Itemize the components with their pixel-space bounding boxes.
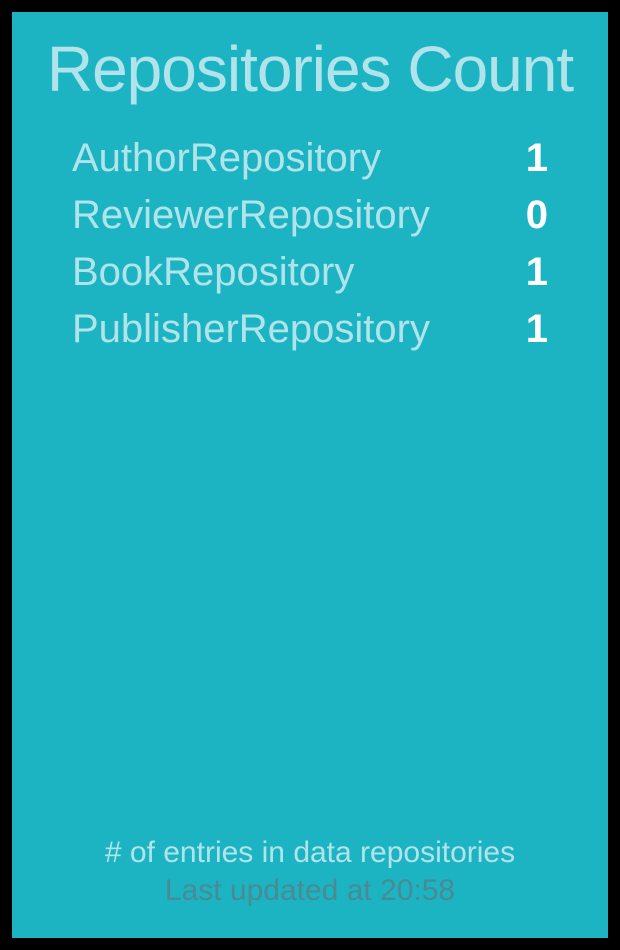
list-item: AuthorRepository 1 <box>72 136 548 181</box>
card-subtitle: # of entries in data repositories <box>42 836 578 870</box>
repository-label: PublisherRepository <box>72 307 430 352</box>
list-item: BookRepository 1 <box>72 250 548 295</box>
list-item: PublisherRepository 1 <box>72 307 548 352</box>
repository-label: ReviewerRepository <box>72 193 430 238</box>
card-footer: # of entries in data repositories Last u… <box>42 836 578 908</box>
last-updated: Last updated at 20:58 <box>42 874 578 908</box>
list-item: ReviewerRepository 0 <box>72 193 548 238</box>
repository-count: 0 <box>526 193 548 238</box>
repositories-count-card: Repositories Count AuthorRepository 1 Re… <box>12 12 608 938</box>
repository-label: AuthorRepository <box>72 136 381 181</box>
repository-count: 1 <box>526 307 548 352</box>
repository-label: BookRepository <box>72 250 354 295</box>
repository-count: 1 <box>526 136 548 181</box>
repository-count: 1 <box>526 250 548 295</box>
repository-list: AuthorRepository 1 ReviewerRepository 0 … <box>42 136 578 836</box>
card-title: Repositories Count <box>42 32 578 106</box>
